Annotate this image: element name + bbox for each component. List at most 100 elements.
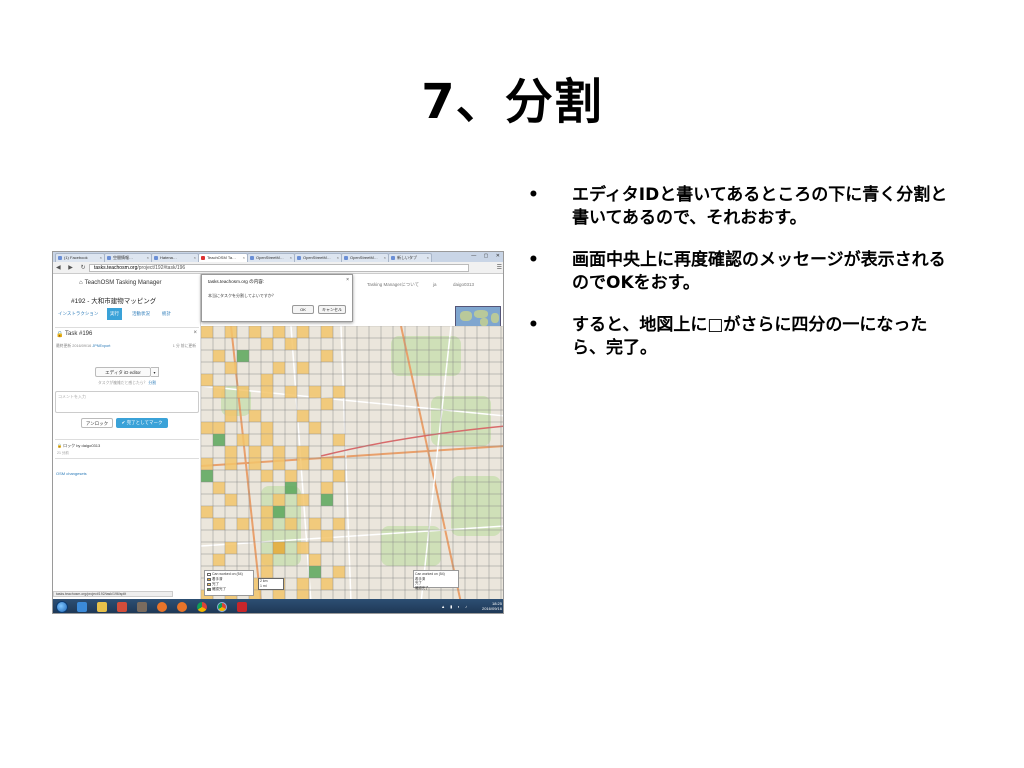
tab-bar: (1) Facebook × 空間情報… × Hatena… × TeachOSM T…: [53, 252, 503, 262]
chevron-down-icon[interactable]: ▾: [151, 367, 159, 377]
comment-textarea[interactable]: コメントを入力: [55, 391, 199, 413]
close-icon[interactable]: ×: [243, 254, 245, 262]
task-grid-map[interactable]: [201, 326, 504, 603]
legend-label: 着手済: [212, 577, 223, 581]
close-icon[interactable]: ×: [427, 254, 429, 262]
close-icon[interactable]: ×: [384, 254, 386, 262]
menu-icon[interactable]: ☰: [497, 264, 502, 271]
history-time: 21 分前: [57, 451, 69, 455]
address-bar: ◀ ▶ ↻ tasks.teachosm.org/project/192#tas…: [53, 262, 503, 274]
clock[interactable]: 18:25 2016/09/16: [482, 601, 502, 611]
brand-label: TeachOSM Tasking Manager: [84, 280, 162, 286]
ie-icon[interactable]: [77, 602, 87, 612]
legend-swatch: [207, 582, 211, 586]
home-icon: ⌂: [79, 280, 83, 286]
map-scale: 2 km 1 mi: [258, 578, 284, 590]
firefox-icon[interactable]: [157, 602, 167, 612]
dialog-title: tasks.teachosm.org の内容:: [208, 279, 265, 284]
meta-link[interactable]: JPNExport: [92, 344, 110, 348]
favicon-icon: [201, 256, 205, 260]
window-controls[interactable]: — ▢ ✕: [471, 253, 503, 259]
url-host: tasks.teachosm.org: [94, 265, 138, 271]
split-link[interactable]: 分割: [148, 381, 156, 385]
chrome-icon[interactable]: [197, 602, 207, 612]
mark-done-label: 完了としてマーク: [126, 420, 163, 425]
start-button[interactable]: [56, 601, 68, 613]
map-legend-secondary: Can worked on (54) 着手済 完了 確認完了: [413, 570, 459, 590]
legend-label: 確認完了: [415, 585, 429, 590]
brand[interactable]: ⌂ TeachOSM Tasking Manager: [79, 280, 162, 286]
browser-tab-4[interactable]: OpenStreetM… ×: [247, 253, 295, 262]
bullet-item: • すると、地図上に□がさらに四分の一になったら、完了。: [528, 314, 958, 360]
browser-tab-0[interactable]: (1) Facebook ×: [55, 253, 105, 262]
tab-contribute[interactable]: 実行: [107, 308, 122, 320]
bullet-marker: •: [528, 315, 539, 335]
about-link[interactable]: Tasking Managerについて: [367, 282, 419, 288]
browser-tab-7[interactable]: 新しいタブ ×: [388, 253, 432, 262]
overview-map[interactable]: [455, 306, 501, 328]
favicon-icon: [250, 256, 254, 260]
nav-icons[interactable]: ◀ ▶ ↻: [56, 264, 89, 271]
close-icon[interactable]: ×: [193, 330, 197, 336]
close-icon[interactable]: ×: [290, 254, 292, 262]
browser-tab-6[interactable]: OpenStreetM… ×: [341, 253, 389, 262]
cancel-button[interactable]: キャンセル: [318, 305, 346, 314]
tab-instructions[interactable]: インストラクション: [55, 308, 101, 320]
folder-icon[interactable]: [97, 602, 107, 612]
project-title: #192 - 大和市建物マッピング: [71, 298, 157, 305]
history-text: ロック by daigo0313: [63, 443, 101, 448]
bullet-item: • 画面中央上に再度確認のメッセージが表示されるのでOKをおす。: [528, 249, 958, 295]
user-menu[interactable]: daigo0313: [453, 282, 474, 287]
osm-changesets-link[interactable]: OSM changesets: [56, 471, 87, 476]
bullet-text: エディタIDと書いてあるところの下に青く分割と書いてあるので、それおおす。: [572, 185, 948, 228]
chrome-icon-active[interactable]: [217, 602, 227, 612]
legend-item: 確認完了: [207, 587, 251, 592]
status-url: tasks.teachosm.org/project/192/task/196/…: [53, 591, 173, 597]
close-icon[interactable]: ×: [346, 277, 349, 283]
web-page: ⌂ TeachOSM Tasking Manager #192 - 大和市建物マッ…: [53, 274, 504, 603]
firefox-icon[interactable]: [177, 602, 187, 612]
close-icon[interactable]: ×: [100, 254, 102, 262]
tab-activity[interactable]: 活動状況: [129, 308, 153, 320]
bullet-text: すると、地図上に□がさらに四分の一になったら、完了。: [572, 315, 928, 358]
bullet-list: • エディタIDと書いてあるところの下に青く分割と書いてあるので、それおおす。 •…: [528, 184, 958, 379]
task-updated: 1 分 前に更新: [172, 344, 196, 348]
favicon-icon: [154, 256, 158, 260]
unlock-button[interactable]: アンロック: [81, 418, 113, 428]
split-hint-text: タスクが複雑だと感じたら？: [97, 381, 148, 385]
ok-button[interactable]: OK: [292, 305, 314, 314]
tray-icons[interactable]: ▲ ▮ ◐ ♪: [441, 604, 469, 609]
bullet-text: 画面中央上に再度確認のメッセージが表示されるのでOKをおす。: [572, 250, 946, 293]
bullet-item: • エディタIDと書いてあるところの下に青く分割と書いてあるので、それおおす。: [528, 184, 958, 230]
app-icon[interactable]: [137, 602, 147, 612]
browser-tab-2[interactable]: Hatena… ×: [151, 253, 199, 262]
close-icon[interactable]: ×: [337, 254, 339, 262]
browser-tab-1[interactable]: 空間情報… ×: [104, 253, 152, 262]
map-area[interactable]: Tasking Managerについて ja daigo0313 Can wor…: [201, 274, 504, 603]
language-menu[interactable]: ja: [433, 282, 437, 287]
legend-swatch: [207, 577, 211, 581]
edit-with-button[interactable]: エディタ iD editor: [95, 367, 151, 377]
pdf-icon[interactable]: [237, 602, 247, 612]
favicon-icon: [297, 256, 301, 260]
mark-done-button[interactable]: ✔ 完了としてマーク: [116, 418, 168, 428]
tab-label: 空間情報…: [113, 255, 133, 260]
browser-screenshot: (1) Facebook × 空間情報… × Hatena… × TeachOSM T…: [52, 251, 504, 614]
task-label: Task #196: [65, 331, 93, 337]
tab-stats[interactable]: 統計: [159, 308, 174, 320]
task-header: 🔒 Task #196 ×: [55, 327, 199, 341]
close-icon[interactable]: ×: [147, 254, 149, 262]
task-meta: 最終更新 2016/09/16 JPNExport: [56, 344, 110, 349]
legend-swatch: [207, 587, 211, 591]
legend-label: 確認完了: [212, 587, 226, 591]
dialog-message: 本当にタスクを分割してよいですか？: [208, 293, 276, 298]
browser-tab-active[interactable]: TeachOSM Ta… ×: [198, 253, 248, 262]
media-icon[interactable]: [117, 602, 127, 612]
browser-tab-5[interactable]: OpenStreetM… ×: [294, 253, 342, 262]
url-input[interactable]: tasks.teachosm.org/project/192#task/196: [89, 264, 469, 272]
favicon-icon: [344, 256, 348, 260]
legend-label: 完了: [212, 582, 219, 586]
close-icon[interactable]: ×: [194, 254, 196, 262]
meta-text: 最終更新 2016/09/16: [56, 344, 92, 348]
tab-label: Hatena…: [160, 255, 177, 260]
